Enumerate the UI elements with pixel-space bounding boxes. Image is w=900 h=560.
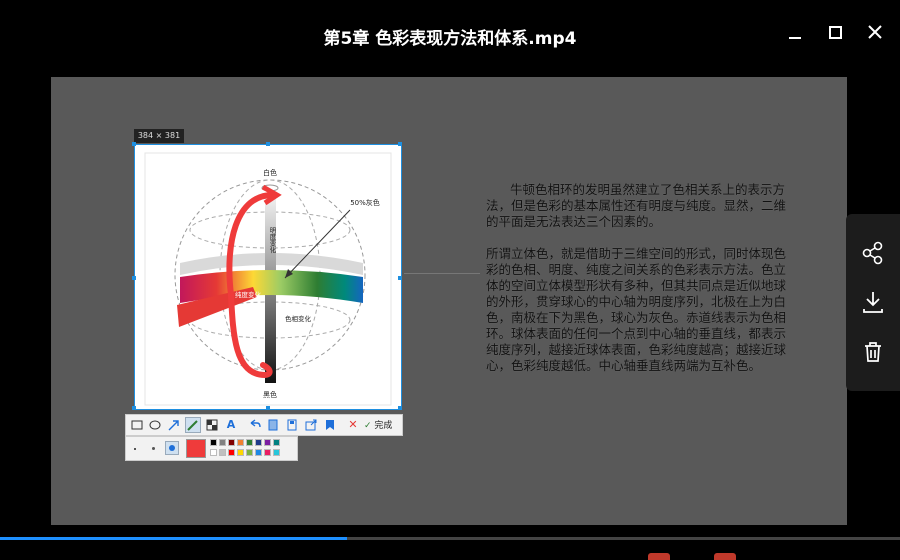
color-swatch[interactable] [210, 439, 217, 446]
hue-label: 色相变化 [285, 314, 312, 323]
close-icon [868, 25, 882, 39]
color-swatch[interactable] [237, 449, 244, 456]
undo-icon[interactable] [246, 417, 262, 433]
color-solid-figure: 白色 50%灰色 明度变化 纯度变化 色相变化 黑色 [144, 152, 392, 406]
color-swatch[interactable] [228, 439, 235, 446]
color-swatch[interactable] [210, 449, 217, 456]
maximize-button[interactable] [820, 18, 850, 48]
minimize-button[interactable] [780, 18, 810, 48]
resize-handle[interactable] [132, 406, 136, 410]
color-swatch[interactable] [219, 449, 226, 456]
color-swatch[interactable] [273, 439, 280, 446]
pen-options-bar [125, 436, 298, 461]
resize-handle[interactable] [398, 142, 402, 146]
color-swatch[interactable] [246, 439, 253, 446]
saturation-label: 纯度变化 [235, 290, 262, 299]
delete-button[interactable] [859, 338, 887, 366]
close-button[interactable] [860, 18, 890, 48]
app-icon[interactable] [714, 553, 736, 560]
black-label: 黑色 [263, 390, 277, 399]
window-title: 第5章 色彩表现方法和体系.mp4 [323, 29, 577, 49]
color-swatch[interactable] [264, 439, 271, 446]
rectangle-tool-icon[interactable] [129, 417, 145, 433]
pin-icon[interactable] [322, 417, 338, 433]
save-icon[interactable] [284, 417, 300, 433]
gray-label: 50%灰色 [350, 198, 380, 207]
share-icon[interactable] [303, 417, 319, 433]
resize-handle[interactable] [398, 276, 402, 280]
size-small-dot[interactable] [134, 448, 136, 450]
pen-tool-icon[interactable] [185, 417, 201, 433]
share-icon [862, 241, 883, 265]
done-label: 完成 [374, 421, 393, 431]
color-swatch[interactable] [255, 449, 262, 456]
mosaic-tool-icon[interactable] [204, 417, 220, 433]
resize-handle[interactable] [132, 276, 136, 280]
download-icon [863, 292, 883, 313]
resize-handle[interactable] [266, 142, 270, 146]
size-medium-dot[interactable] [152, 447, 155, 450]
selected-color-swatch[interactable] [186, 439, 206, 458]
screenshot-selection[interactable]: 白色 50%灰色 明度变化 纯度变化 色相变化 黑色 [132, 142, 402, 410]
ellipse-tool-icon[interactable] [147, 417, 163, 433]
white-label: 白色 [263, 168, 277, 177]
color-swatch[interactable] [264, 449, 271, 456]
text-tool-icon[interactable]: A [223, 417, 239, 433]
slide-paragraph-1: 牛顿色相环的发明虽然建立了色相关系上的表示方法，但是色彩的基本属性还有明度与纯度… [486, 182, 787, 229]
app-icon[interactable] [648, 553, 670, 560]
slide-paragraph-2: 所谓立体色，就是借助于三维空间的形式，同时体现色彩的色相、明度、纯度之间关系的色… [486, 246, 787, 373]
color-swatch[interactable] [273, 449, 280, 456]
progress-bar[interactable] [0, 537, 900, 540]
color-swatch[interactable] [219, 439, 226, 446]
arrow-tool-icon[interactable] [166, 417, 182, 433]
share-button[interactable] [859, 239, 887, 267]
color-swatch[interactable] [255, 439, 262, 446]
divider-line [404, 273, 480, 274]
resize-handle[interactable] [132, 142, 136, 146]
resize-handle[interactable] [266, 406, 270, 410]
capture-size-label: 384 × 381 [134, 129, 184, 143]
copy-icon[interactable] [265, 417, 281, 433]
title-bar: 第5章 色彩表现方法和体系.mp4 [0, 0, 900, 70]
download-button[interactable] [859, 288, 887, 316]
done-button[interactable]: ✓ 完成 [364, 418, 392, 431]
check-icon: ✓ [364, 421, 372, 431]
color-swatch[interactable] [246, 449, 253, 456]
trash-icon [865, 342, 881, 362]
side-action-panel [846, 214, 900, 391]
size-large-option[interactable] [165, 441, 179, 455]
cancel-icon[interactable]: ✕ [345, 417, 361, 433]
lightness-label: 明度变化 [268, 227, 276, 255]
resize-handle[interactable] [398, 406, 402, 410]
color-swatch[interactable] [228, 449, 235, 456]
annotation-toolbar: A ✕ ✓ 完成 [125, 414, 403, 436]
progress-fill [0, 537, 347, 540]
color-swatch[interactable] [237, 439, 244, 446]
